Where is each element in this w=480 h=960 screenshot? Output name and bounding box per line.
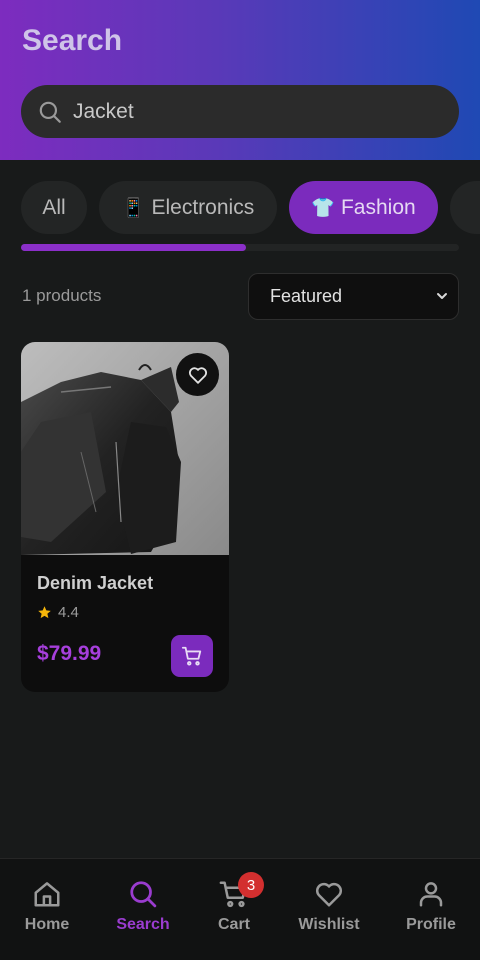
nav-cart[interactable]: 3 Cart: [189, 872, 279, 934]
chip-electronics-label: Electronics: [151, 195, 255, 219]
chip-all[interactable]: All: [21, 181, 87, 234]
bottom-nav: Home Search 3 Cart Wishlist Profile: [0, 858, 480, 960]
chip-all-label: All: [42, 195, 66, 219]
nav-home-label: Home: [24, 916, 70, 933]
nav-search[interactable]: Search: [98, 879, 188, 934]
chip-fashion-label: Fashion: [340, 195, 416, 219]
search-bar[interactable]: [21, 85, 459, 138]
heart-icon: [188, 366, 207, 384]
category-chips: All 📱 Electronics 👕 Fashion: [21, 181, 480, 234]
home-icon: [34, 882, 60, 907]
cart-count-badge: 3: [238, 872, 264, 898]
product-card[interactable]: Denim Jacket 4.4 $79.99: [21, 342, 229, 692]
nav-wishlist-label: Wishlist: [298, 916, 360, 933]
heart-icon: [315, 882, 343, 907]
chip-fashion[interactable]: 👕 Fashion: [289, 181, 438, 234]
product-name: Denim Jacket: [37, 573, 154, 593]
profile-icon: [419, 882, 443, 907]
chip-electronics[interactable]: 📱 Electronics: [99, 181, 277, 234]
search-input[interactable]: [73, 99, 433, 124]
sort-selected-value: Featured: [270, 286, 343, 306]
nav-wishlist[interactable]: Wishlist: [284, 879, 374, 934]
search-icon: [37, 99, 63, 125]
sort-select[interactable]: Featured: [248, 273, 459, 320]
results-count: 1 products: [22, 286, 102, 305]
wishlist-toggle-button[interactable]: [176, 353, 219, 396]
add-to-cart-button[interactable]: [171, 635, 213, 677]
nav-cart-label: Cart: [217, 916, 250, 933]
nav-profile[interactable]: Profile: [386, 879, 476, 934]
nav-home[interactable]: Home: [2, 879, 92, 934]
rating-value: 4.4: [58, 604, 79, 621]
tshirt-icon: 👕: [311, 197, 335, 219]
search-header: Search: [0, 0, 480, 160]
chip-more[interactable]: [450, 181, 480, 234]
nav-profile-label: Profile: [406, 916, 456, 933]
cart-icon: [181, 646, 202, 666]
chips-scrollbar-thumb[interactable]: [21, 244, 246, 251]
product-price: $79.99: [37, 642, 102, 665]
chevron-down-icon: [437, 293, 447, 299]
star-icon: [38, 606, 51, 619]
product-rating: 4.4: [37, 604, 79, 621]
phone-icon: 📱: [121, 197, 146, 219]
search-icon: [130, 881, 157, 908]
page-title: Search: [22, 24, 123, 57]
nav-search-label: Search: [116, 916, 170, 933]
